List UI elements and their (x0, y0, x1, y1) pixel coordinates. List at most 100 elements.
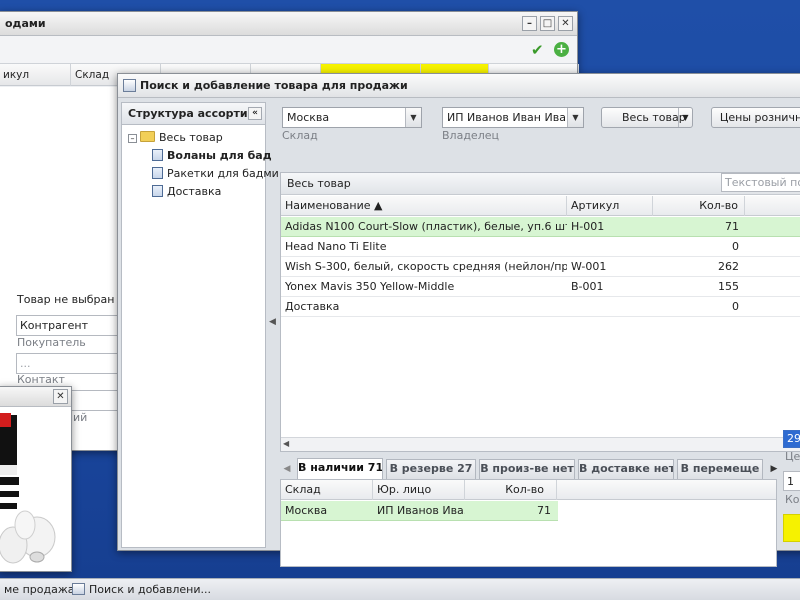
goods-row[interactable]: Yonex Mavis 350 Yellow-Middle B-001 155 (281, 277, 800, 297)
close-icon[interactable]: ✕ (558, 16, 573, 31)
goods-row[interactable]: Доставка 0 (281, 297, 800, 317)
owner-label: Владелец (442, 129, 499, 142)
taskbar-item-label: ме продажам (4, 583, 83, 596)
warehouse-select[interactable]: Москва ▼ (282, 107, 422, 128)
owner-select[interactable]: ИП Иванов Иван Иванс ▼ (442, 107, 584, 128)
tab-reserved[interactable]: В резерве 27 (386, 459, 476, 479)
stock-row[interactable]: Москва ИП Иванов Ива... 71 (281, 501, 558, 521)
column-extra[interactable] (745, 196, 800, 216)
cell-stock-qty: 71 (537, 504, 551, 517)
close-icon[interactable]: ✕ (53, 389, 68, 404)
cell-legal-entity: ИП Иванов Ива... (377, 504, 465, 517)
column-legal-entity[interactable]: Юр. лицо (373, 480, 465, 500)
shuttlecock-image (0, 407, 71, 571)
quantity-field[interactable]: 1 (783, 471, 800, 491)
goods-row[interactable]: Wish S-300, белый, скорость средняя (ней… (281, 257, 800, 277)
taskbar-item-sales[interactable]: ме продажам (4, 581, 83, 599)
text-search-input[interactable]: Текстовый пои (721, 173, 800, 192)
tab-in-stock[interactable]: В наличии 71 (297, 458, 383, 479)
checkmark-icon[interactable]: ✔ (531, 42, 547, 58)
tree-item-label: Весь товар (159, 131, 223, 144)
all-goods-button-label: Весь товар (622, 111, 686, 124)
cell-qty: 0 (732, 300, 739, 313)
goods-area: Москва ▼ Склад ИП Иванов Иван Иванс ▼ Вл… (275, 102, 800, 567)
maximize-icon[interactable]: □ (540, 16, 555, 31)
tab-scroll-right-icon[interactable]: ▶ (767, 460, 781, 478)
tree-item-label: Доставка (167, 185, 222, 198)
cell-name: Adidas N100 Court-Slow (пластик), белые,… (285, 220, 567, 233)
retail-prices-button[interactable]: Цены розничн (711, 107, 800, 128)
scroll-left-icon[interactable]: ◀ (283, 439, 289, 448)
contact-label: Контакт (17, 373, 65, 386)
taskbar-item-label: Поиск и добавлени... (89, 583, 211, 596)
goods-columns: Наименование ▲ Артикул Кол-во (281, 196, 800, 216)
list-icon (152, 185, 163, 197)
stock-columns: Склад Юр. лицо Кол-во (281, 480, 776, 500)
panel-splitter[interactable]: ◀ (268, 102, 276, 548)
tree-item-rackets[interactable]: Ракетки для бадми (152, 165, 279, 183)
folder-icon (140, 131, 155, 142)
goods-horizontal-scrollbar[interactable]: ◀ (281, 437, 800, 451)
assortment-panel-title: Структура ассорти... (128, 107, 261, 120)
tree-toggle-icon[interactable]: – (128, 134, 137, 143)
add-icon[interactable]: + (554, 42, 569, 57)
buyer-label: Покупатель (17, 336, 86, 349)
product-search-title: Поиск и добавление товара для продажи (140, 79, 408, 92)
cell-article: H-001 (571, 220, 605, 233)
tab-production[interactable]: В произ-ве нет (479, 459, 575, 479)
tree-item-delivery[interactable]: Доставка (152, 183, 221, 201)
chevron-down-icon[interactable]: ▼ (567, 108, 583, 127)
tree-item-label: Воланы для бад (167, 149, 272, 162)
tab-transfer[interactable]: В перемеще (677, 459, 763, 479)
goods-row[interactable]: Head Nano Ti Elite 0 (281, 237, 800, 257)
goods-grid-header: Весь товар Текстовый пои (281, 173, 800, 195)
order-side-panel: 29 Цен 1 Кол (783, 430, 800, 550)
column-name[interactable]: Наименование ▲ (281, 196, 567, 216)
cell-name: Wish S-300, белый, скорость средняя (ней… (285, 260, 567, 273)
tab-delivery[interactable]: В доставке нет (578, 459, 674, 479)
sales-window-titlebar[interactable]: одами – □ ✕ (0, 12, 577, 36)
goods-grid-title: Весь товар (287, 177, 351, 190)
all-goods-button[interactable]: Весь товар ▼ (601, 107, 693, 128)
warehouse-select-value: Москва (287, 111, 330, 124)
goods-grid: Весь товар Текстовый пои Наименование ▲ … (280, 172, 800, 452)
price-label: Цен (785, 450, 800, 463)
assortment-panel-header: Структура ассорти... « (122, 103, 265, 125)
list-icon (152, 149, 163, 161)
cell-article (567, 297, 653, 316)
cell-qty: 0 (732, 240, 739, 253)
image-window-titlebar[interactable]: ✕ (0, 387, 71, 407)
window-icon (123, 79, 136, 92)
tab-scroll-left-icon[interactable]: ◀ (280, 460, 294, 478)
cell-name: Доставка (285, 300, 340, 313)
column-stock-extra[interactable] (557, 480, 776, 500)
collapse-left-icon[interactable]: « (248, 107, 262, 120)
product-search-window: Поиск и добавление товара для продажи Ст… (117, 73, 800, 567)
goods-row[interactable]: Adidas N100 Court-Slow (пластик), белые,… (281, 217, 800, 237)
tree-item-shuttlecocks[interactable]: Воланы для бад (152, 147, 272, 165)
cell-article: W-001 (571, 260, 607, 273)
column-warehouse[interactable]: Склад (281, 480, 373, 500)
chevron-down-icon[interactable]: ▼ (678, 108, 692, 127)
minimize-icon[interactable]: – (522, 16, 537, 31)
taskbar-item-search[interactable]: Поиск и добавлени... (72, 581, 211, 599)
cell-name: Yonex Mavis 350 Yellow-Middle (285, 280, 455, 293)
column-qty[interactable]: Кол-во (653, 196, 745, 216)
column-article[interactable]: икул (0, 64, 71, 86)
column-article[interactable]: Артикул (567, 196, 653, 216)
counterparty-field[interactable]: Контрагент (16, 315, 126, 336)
product-search-titlebar[interactable]: Поиск и добавление товара для продажи (118, 74, 800, 98)
availability-tabs: ◀ В наличии 71 В резерве 27 В произ-ве н… (280, 457, 785, 479)
add-to-sale-button[interactable] (783, 514, 800, 542)
tree-item-all-goods[interactable]: – Весь товар (128, 129, 223, 147)
product-image-window: ✕ (0, 386, 72, 572)
window-icon (72, 583, 85, 595)
price-field[interactable]: 29 (783, 430, 800, 448)
cell-article: B-001 (571, 280, 604, 293)
chevron-down-icon[interactable]: ▼ (405, 108, 421, 127)
no-item-label: Товар не выбран (17, 293, 115, 306)
buyer-field[interactable]: ... (16, 353, 126, 374)
cell-article (567, 237, 653, 256)
column-stock-qty[interactable]: Кол-во (465, 480, 557, 500)
cell-warehouse: Москва (285, 504, 328, 517)
